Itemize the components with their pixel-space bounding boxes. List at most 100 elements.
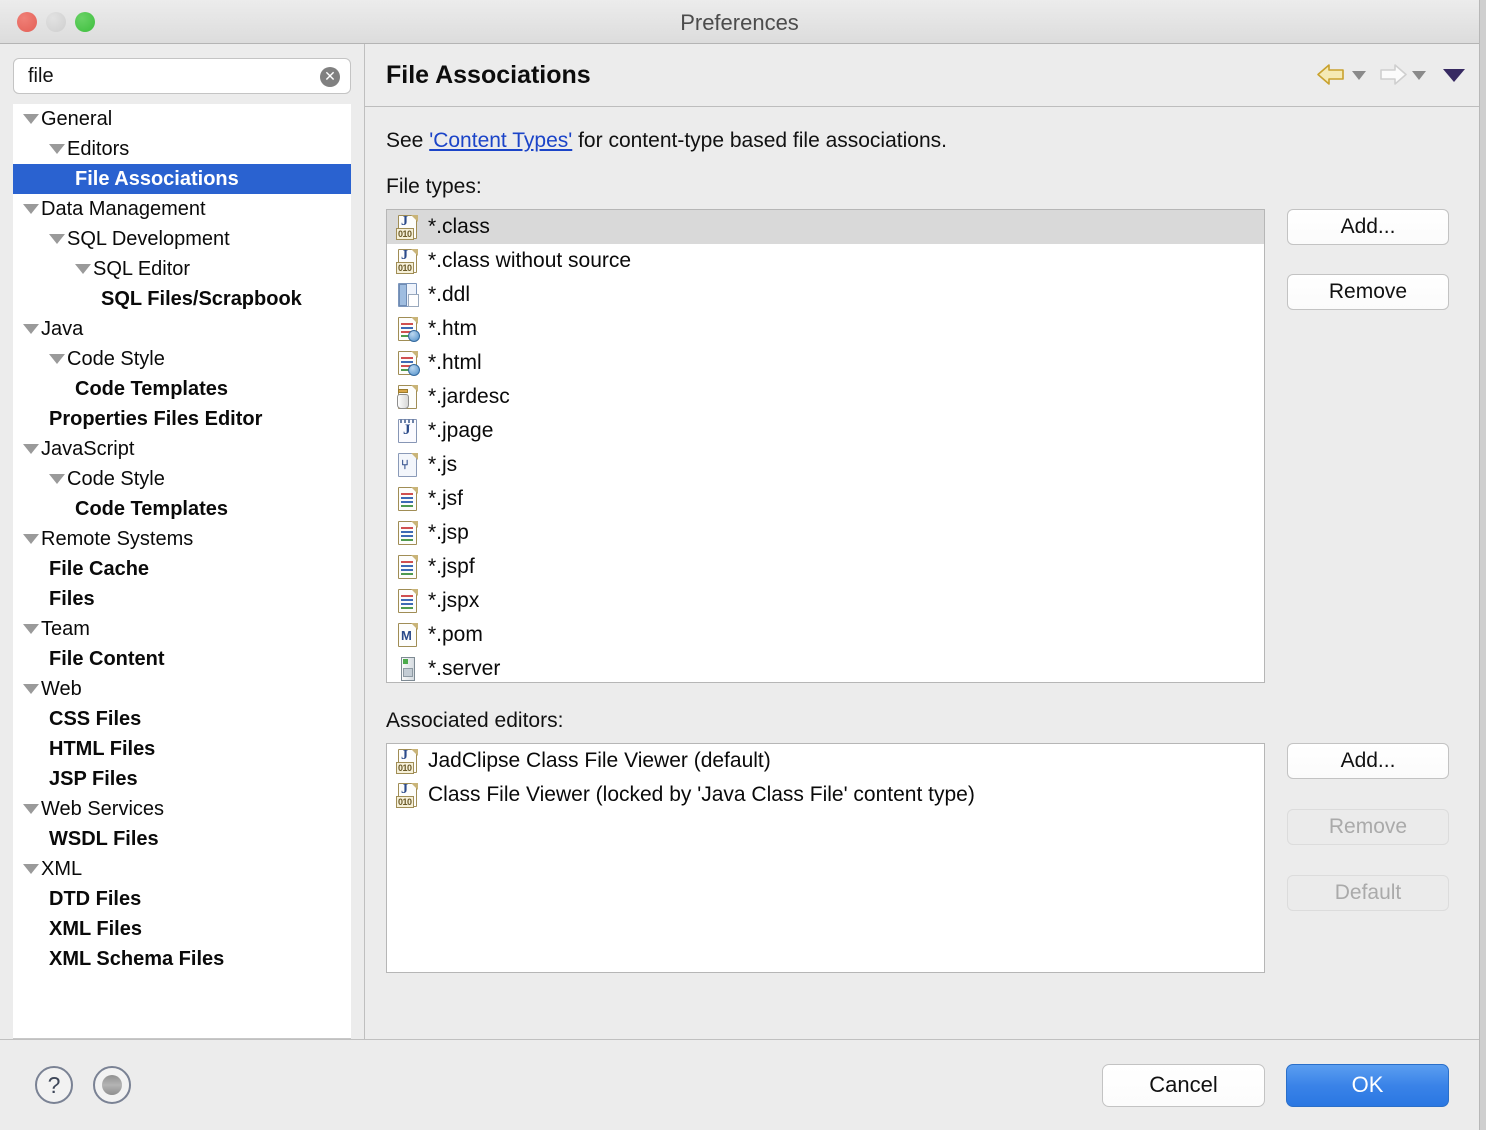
- file-type-row[interactable]: *.server: [387, 652, 1264, 682]
- sidebar-item-web-services[interactable]: Web Services: [13, 794, 351, 824]
- chevron-down-icon[interactable]: [23, 804, 39, 814]
- chevron-down-icon[interactable]: [23, 684, 39, 694]
- sidebar-item-html-files[interactable]: HTML Files: [13, 734, 351, 764]
- sidebar-item-jsp-files[interactable]: JSP Files: [13, 764, 351, 794]
- cancel-button[interactable]: Cancel: [1102, 1063, 1265, 1107]
- chevron-down-icon[interactable]: [49, 354, 65, 364]
- window-title: Preferences: [680, 10, 799, 35]
- chevron-down-icon[interactable]: [75, 264, 91, 274]
- sidebar-item-sql-editor[interactable]: SQL Editor: [13, 254, 351, 284]
- file-type-row[interactable]: *.jspf: [387, 550, 1264, 584]
- preferences-dialog: Preferences ✕ General Editors File Associa…: [0, 0, 1479, 1130]
- navigation-controls: [1315, 60, 1465, 90]
- associated-editor-row[interactable]: J 010 Class File Viewer (locked by 'Java C…: [387, 778, 1264, 812]
- see-prefix: See: [386, 129, 430, 152]
- content-pane: File Associations See 'Content Types' fo…: [364, 44, 1479, 1039]
- chevron-down-icon[interactable]: [23, 324, 39, 334]
- search-input[interactable]: [14, 59, 350, 93]
- filter-search-box[interactable]: ✕: [13, 58, 351, 94]
- chevron-down-icon[interactable]: [23, 534, 39, 544]
- sidebar-item-file-cache[interactable]: File Cache: [13, 554, 351, 584]
- file-type-row[interactable]: *.jsf: [387, 482, 1264, 516]
- sidebar-item-file-associations[interactable]: File Associations: [13, 164, 351, 194]
- forward-arrow-icon: [1380, 64, 1407, 85]
- sidebar-item-css-files[interactable]: CSS Files: [13, 704, 351, 734]
- clear-icon[interactable]: ✕: [320, 67, 340, 87]
- sidebar-item-sql-development[interactable]: SQL Development: [13, 224, 351, 254]
- content-types-link[interactable]: 'Content Types': [429, 129, 572, 152]
- sidebar-item-javascript[interactable]: JavaScript: [13, 434, 351, 464]
- sidebar-item-label: Code Style: [67, 347, 165, 370]
- sidebar-item-label: DTD Files: [49, 887, 142, 910]
- sidebar-item-xml-schema-files[interactable]: XML Schema Files: [13, 944, 351, 974]
- apply-defaults-icon[interactable]: [93, 1066, 131, 1104]
- add-editor-button[interactable]: Add...: [1287, 743, 1449, 779]
- chevron-down-icon[interactable]: [23, 114, 39, 124]
- file-type-row[interactable]: M *.pom: [387, 618, 1264, 652]
- preferences-tree[interactable]: General Editors File Associations Data Mana…: [13, 104, 351, 1039]
- file-type-row[interactable]: ⑂ *.js: [387, 448, 1264, 482]
- file-type-row[interactable]: J *.jpage: [387, 414, 1264, 448]
- ok-button[interactable]: OK: [1286, 1063, 1449, 1107]
- file-type-label: *.jspx: [428, 589, 480, 612]
- java-scrapbook-icon: J: [396, 418, 420, 444]
- chevron-down-icon[interactable]: [49, 234, 65, 244]
- sidebar-item-java[interactable]: Java: [13, 314, 351, 344]
- chevron-down-icon[interactable]: [23, 864, 39, 874]
- sidebar-item-editors[interactable]: Editors: [13, 134, 351, 164]
- sidebar-item-label: Properties Files Editor: [49, 407, 263, 430]
- file-type-row[interactable]: *.html: [387, 346, 1264, 380]
- sidebar-item-dtd-files[interactable]: DTD Files: [13, 884, 351, 914]
- file-type-row[interactable]: J 010 *.class: [387, 210, 1264, 244]
- sidebar-item-label: General: [41, 107, 113, 130]
- chevron-down-icon[interactable]: [49, 144, 65, 154]
- file-type-row[interactable]: *.jspx: [387, 584, 1264, 618]
- sidebar-item-wsdl-files[interactable]: WSDL Files: [13, 824, 351, 854]
- associated-editor-label: JadClipse Class File Viewer (default): [428, 749, 771, 772]
- sidebar-item-label: File Cache: [49, 557, 150, 580]
- sidebar-item-files[interactable]: Files: [13, 584, 351, 614]
- sidebar-item-general[interactable]: General: [13, 104, 351, 134]
- sidebar-item-code-style[interactable]: Code Style: [13, 344, 351, 374]
- file-type-label: *.jsp: [428, 521, 469, 544]
- sidebar-item-file-content[interactable]: File Content: [13, 644, 351, 674]
- chevron-down-icon[interactable]: [49, 474, 65, 484]
- sidebar-item-code-templates[interactable]: Code Templates: [13, 494, 351, 524]
- associated-editor-row[interactable]: J 010 JadClipse Class File Viewer (default…: [387, 744, 1264, 778]
- associated-editors-block: Associated editors: J 010 JadClipse Class …: [386, 709, 1465, 973]
- associated-editors-list[interactable]: J 010 JadClipse Class File Viewer (default…: [386, 743, 1265, 973]
- file-types-list[interactable]: J 010 *.class J 010 *.class without source *.d…: [386, 209, 1265, 683]
- file-type-row[interactable]: J 010 *.class without source: [387, 244, 1264, 278]
- back-arrow-icon[interactable]: [1315, 60, 1349, 90]
- sidebar-item-web[interactable]: Web: [13, 674, 351, 704]
- forward-history-caret-icon[interactable]: [1412, 70, 1426, 80]
- sidebar-item-xml-files[interactable]: XML Files: [13, 914, 351, 944]
- chevron-down-icon[interactable]: [23, 204, 39, 214]
- sidebar-item-data-management[interactable]: Data Management: [13, 194, 351, 224]
- sidebar-item-label: XML Files: [49, 917, 142, 940]
- remove-file-type-button[interactable]: Remove: [1287, 274, 1449, 310]
- sidebar-item-code-templates[interactable]: Code Templates: [13, 374, 351, 404]
- file-types-block: J 010 *.class J 010 *.class without source *.d…: [386, 209, 1465, 683]
- sidebar-item-sql-files-scrapbook[interactable]: SQL Files/Scrapbook: [13, 284, 351, 314]
- default-editor-button: Default: [1287, 875, 1449, 911]
- sidebar-item-code-style[interactable]: Code Style: [13, 464, 351, 494]
- content-main: See 'Content Types' for content-type bas…: [365, 107, 1479, 1039]
- help-icon[interactable]: ?: [35, 1066, 73, 1104]
- add-file-type-button[interactable]: Add...: [1287, 209, 1449, 245]
- file-type-row[interactable]: *.jardesc: [387, 380, 1264, 414]
- server-file-icon: [396, 656, 420, 682]
- sidebar-item-team[interactable]: Team: [13, 614, 351, 644]
- file-type-row[interactable]: *.htm: [387, 312, 1264, 346]
- view-menu-caret-icon[interactable]: [1443, 68, 1465, 82]
- back-history-caret-icon[interactable]: [1352, 70, 1366, 80]
- sidebar-item-properties-files-editor[interactable]: Properties Files Editor: [13, 404, 351, 434]
- file-type-row[interactable]: *.jsp: [387, 516, 1264, 550]
- sidebar-item-remote-systems[interactable]: Remote Systems: [13, 524, 351, 554]
- file-type-row[interactable]: *.ddl: [387, 278, 1264, 312]
- sidebar-item-xml[interactable]: XML: [13, 854, 351, 884]
- sidebar-item-label: SQL Development: [67, 227, 230, 250]
- jsf-file-icon: [396, 486, 420, 512]
- chevron-down-icon[interactable]: [23, 624, 39, 634]
- chevron-down-icon[interactable]: [23, 444, 39, 454]
